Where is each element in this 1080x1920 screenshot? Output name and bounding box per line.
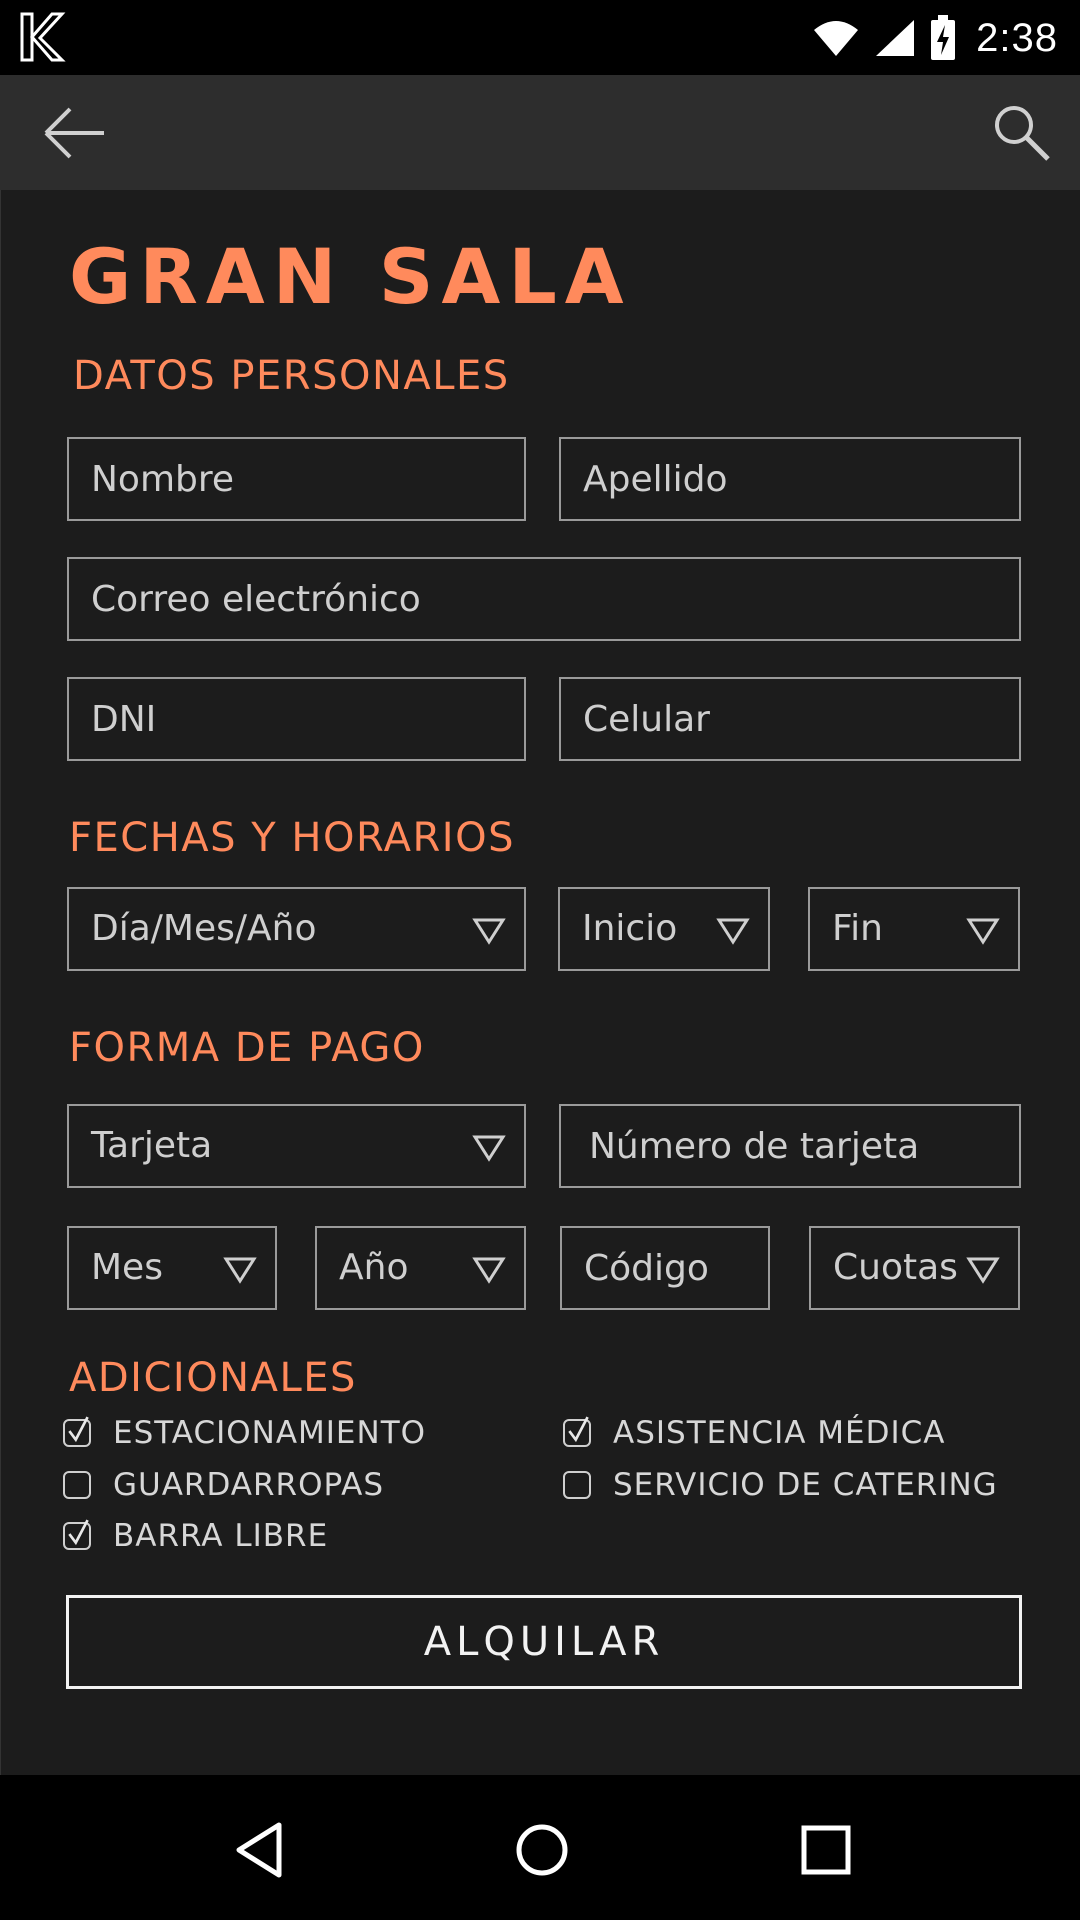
apellido-field[interactable]: [559, 437, 1021, 521]
cuotas-select[interactable]: Cuotas: [809, 1226, 1020, 1310]
dropdown-triangle-icon: [716, 918, 750, 945]
battery-charging-icon: [931, 15, 956, 60]
nombre-input[interactable]: [69, 439, 524, 519]
dropdown-triangle-icon: [472, 1257, 506, 1284]
extra-servicio-catering[interactable]: SERVICIO DE CATERING: [563, 1467, 998, 1503]
dropdown-triangle-icon: [223, 1257, 257, 1284]
extra-guardarropas[interactable]: GUARDARROPAS: [63, 1467, 384, 1503]
extra-asistencia-medica[interactable]: ASISTENCIA MÉDICA: [563, 1415, 945, 1451]
checkbox[interactable]: [63, 1471, 91, 1499]
apellido-input[interactable]: [561, 439, 1019, 519]
tarjeta-select[interactable]: Tarjeta: [67, 1104, 526, 1188]
inicio-select-label: Inicio: [582, 908, 678, 949]
dni-input[interactable]: [69, 679, 524, 759]
cell-signal-icon: [876, 20, 915, 56]
cuotas-select-label: Cuotas: [833, 1247, 958, 1288]
rental-form: GRAN SALA DATOS PERSONALES FECHAS Y HORA…: [0, 190, 1080, 1775]
page-title: GRAN SALA: [69, 232, 632, 321]
celular-field[interactable]: [559, 677, 1021, 761]
correo-input[interactable]: [69, 559, 1019, 639]
dropdown-triangle-icon: [472, 1135, 506, 1162]
dropdown-triangle-icon: [472, 918, 506, 945]
fin-select[interactable]: Fin: [808, 887, 1020, 971]
back-arrow-icon[interactable]: [40, 103, 110, 163]
codigo-field[interactable]: [560, 1226, 770, 1310]
alquilar-button[interactable]: ALQUILAR: [66, 1595, 1022, 1689]
mes-select-label: Mes: [91, 1247, 163, 1288]
checkmark-icon: [568, 1416, 589, 1443]
numero-tarjeta-field[interactable]: [559, 1104, 1021, 1188]
status-icons: 2:38: [812, 12, 1058, 64]
app-logo-icon: [20, 12, 66, 62]
dni-field[interactable]: [67, 677, 526, 761]
checkbox[interactable]: [63, 1416, 91, 1447]
correo-field[interactable]: [67, 557, 1021, 641]
checkbox[interactable]: [563, 1471, 591, 1499]
section-title-extras: ADICIONALES: [69, 1355, 357, 1401]
dropdown-triangle-icon: [966, 1257, 1000, 1284]
section-title-payment: FORMA DE PAGO: [69, 1025, 425, 1071]
checkmark-icon: [68, 1416, 89, 1443]
anio-select[interactable]: Año: [315, 1226, 526, 1310]
status-bar: 2:38: [0, 0, 1080, 75]
app-toolbar: [0, 75, 1080, 190]
section-title-personal: DATOS PERSONALES: [73, 353, 510, 399]
extra-label: ASISTENCIA MÉDICA: [613, 1415, 946, 1451]
fin-select-label: Fin: [832, 908, 883, 949]
extra-estacionamiento[interactable]: ESTACIONAMIENTO: [63, 1415, 426, 1451]
extra-barra-libre[interactable]: BARRA LIBRE: [63, 1518, 328, 1554]
extra-label: ESTACIONAMIENTO: [113, 1415, 427, 1451]
dropdown-triangle-icon: [966, 918, 1000, 945]
search-icon[interactable]: [990, 101, 1052, 163]
nav-recents-icon[interactable]: [791, 1815, 861, 1885]
numero-tarjeta-input[interactable]: [561, 1106, 1019, 1186]
tarjeta-select-label: Tarjeta: [91, 1125, 213, 1166]
anio-select-label: Año: [339, 1247, 409, 1288]
extra-label: BARRA LIBRE: [113, 1518, 329, 1554]
nav-home-icon[interactable]: [507, 1815, 577, 1885]
codigo-input[interactable]: [562, 1228, 768, 1308]
section-title-dates: FECHAS Y HORARIOS: [69, 815, 515, 861]
mes-select[interactable]: Mes: [67, 1226, 277, 1310]
status-clock: 2:38: [976, 15, 1058, 60]
checkbox[interactable]: [63, 1519, 91, 1550]
fecha-select[interactable]: Día/Mes/Año: [67, 887, 526, 971]
checkbox[interactable]: [563, 1416, 591, 1447]
celular-input[interactable]: [561, 679, 1019, 759]
fecha-select-label: Día/Mes/Año: [91, 908, 317, 949]
wifi-icon: [814, 21, 859, 56]
checkmark-icon: [68, 1519, 89, 1546]
system-nav-bar: [0, 1775, 1080, 1920]
nombre-field[interactable]: [67, 437, 526, 521]
nav-back-icon[interactable]: [225, 1815, 295, 1885]
inicio-select[interactable]: Inicio: [558, 887, 770, 971]
extra-label: SERVICIO DE CATERING: [613, 1467, 998, 1503]
extra-label: GUARDARROPAS: [113, 1467, 385, 1503]
